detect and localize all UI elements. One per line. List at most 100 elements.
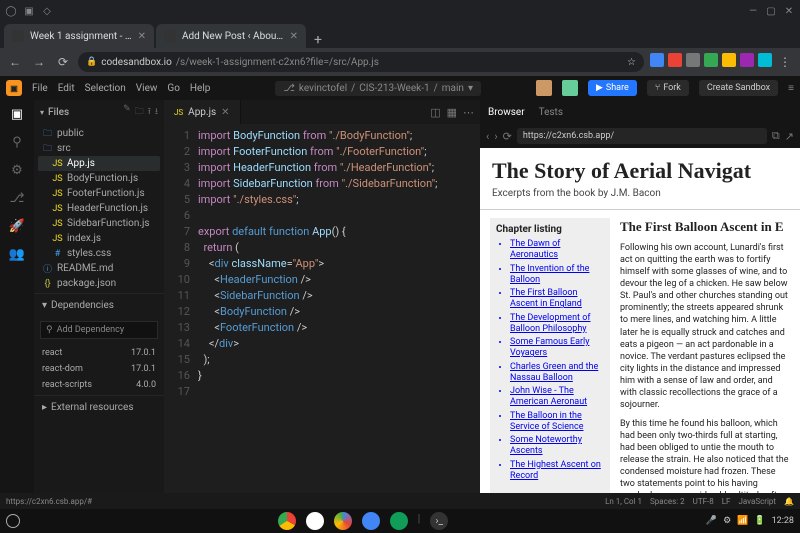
chrome-icon[interactable]	[278, 512, 296, 530]
file-item[interactable]: #styles.css	[38, 246, 160, 261]
tab-close-icon[interactable]: ✕	[138, 31, 146, 42]
mic-icon[interactable]: 🎤	[706, 516, 717, 526]
editor-tab[interactable]: JS App.js ✕	[164, 100, 241, 124]
browser-tab[interactable]: Week 1 assignment - CodeSand ✕	[4, 24, 154, 48]
menu-icon[interactable]: ≡	[788, 83, 794, 94]
status-eol[interactable]: LF	[722, 497, 731, 506]
file-item[interactable]: {}package.json	[38, 276, 160, 291]
omnibox[interactable]: 🔒 codesandbox.io/s/week-1-assignment-c2x…	[78, 52, 644, 72]
system-icon[interactable]: ▣	[22, 4, 36, 18]
toc-link[interactable]: Charles Green and the Nassau Balloon	[510, 362, 604, 385]
files-header[interactable]: ▾ Files ✎ 🗀 ⭱ ⭳	[34, 100, 164, 124]
toc-link[interactable]: Some Noteworthy Ascents	[510, 435, 604, 458]
file-item[interactable]: JSindex.js	[38, 231, 160, 246]
live-icon[interactable]: 👥	[9, 246, 25, 262]
browser-tab[interactable]: Add New Post ‹ About Chrome ✕	[156, 24, 306, 48]
reload-icon[interactable]: ⟳	[503, 130, 512, 143]
minimize-icon[interactable]: —	[746, 4, 760, 18]
new-tab-button[interactable]: +	[308, 32, 328, 48]
close-icon[interactable]: ✕	[782, 4, 796, 18]
explorer-icon[interactable]: ▣	[9, 106, 25, 122]
menu-go[interactable]: Go	[167, 83, 180, 94]
dependencies-header[interactable]: ▾ Dependencies	[34, 293, 164, 317]
reload-icon[interactable]: ⟳	[54, 53, 72, 71]
file-item[interactable]: JSFooterFunction.js	[38, 186, 160, 201]
status-spaces[interactable]: Spaces: 2	[650, 497, 685, 506]
new-file-icon[interactable]: ✎	[123, 104, 131, 120]
menu-help[interactable]: Help	[190, 83, 210, 94]
extension-icon[interactable]	[668, 53, 682, 67]
search-icon[interactable]: ⚲	[9, 134, 25, 150]
file-item[interactable]: JSApp.js	[38, 156, 160, 171]
star-icon[interactable]: ☆	[627, 57, 636, 68]
external-resources-header[interactable]: ▸ External resources	[34, 395, 164, 419]
toc-link[interactable]: Some Famous Early Voyagers	[510, 337, 604, 360]
more-icon[interactable]: ⋯	[463, 106, 474, 119]
files-icon[interactable]	[362, 512, 380, 530]
photos-icon[interactable]	[334, 512, 352, 530]
toc-link[interactable]: The Invention of the Balloon	[510, 264, 604, 287]
toc-link[interactable]: The Highest Ascent on Record	[510, 460, 604, 483]
maximize-icon[interactable]: ▢	[764, 4, 778, 18]
download-icon[interactable]: ⭳	[155, 104, 158, 120]
fork-button[interactable]: ⑂ Fork	[647, 80, 689, 96]
breadcrumb[interactable]: ⎇ kevinctofel / CIS-213-Week-1 / main ▾	[275, 81, 481, 96]
app-icon[interactable]	[390, 512, 408, 530]
layout-icon[interactable]: ▦	[447, 106, 457, 119]
status-encoding[interactable]: UTF-8	[693, 497, 714, 506]
upload-icon[interactable]: ⭱	[148, 104, 151, 120]
extension-icon[interactable]	[758, 53, 772, 67]
code-area[interactable]: 1234567891011121314151617 import BodyFun…	[164, 124, 480, 511]
notifications-icon[interactable]: 🔔	[784, 497, 794, 506]
settings-icon[interactable]: ⚙	[9, 162, 25, 178]
file-item[interactable]: JSBodyFunction.js	[38, 171, 160, 186]
popout-icon[interactable]: ↗	[785, 130, 794, 143]
file-item[interactable]: JSSidebarFunction.js	[38, 216, 160, 231]
extension-icon[interactable]	[740, 53, 754, 67]
close-icon[interactable]: ✕	[221, 107, 229, 118]
split-icon[interactable]: ◫	[430, 106, 440, 119]
status-language[interactable]: JavaScript	[738, 497, 776, 506]
share-button[interactable]: ▶ Share	[588, 80, 637, 96]
deploy-icon[interactable]: 🚀	[9, 218, 25, 234]
dependency-item[interactable]: react-scripts4.0.0	[38, 377, 160, 393]
extension-icon[interactable]	[722, 53, 736, 67]
toc-link[interactable]: The Dawn of Aeronautics	[510, 239, 604, 262]
menu-icon[interactable]: ⋮	[776, 53, 794, 71]
file-item[interactable]: 🗀src	[38, 141, 160, 156]
open-external-icon[interactable]: ⧉	[772, 129, 780, 143]
preview-url[interactable]: https://c2xn6.csb.app/	[517, 128, 767, 144]
launcher-icon[interactable]	[6, 514, 20, 528]
github-icon[interactable]: ⎇	[9, 190, 25, 206]
extension-icon[interactable]	[650, 53, 664, 67]
add-dependency-input[interactable]: ⚲ Add Dependency	[40, 321, 158, 339]
toc-link[interactable]: The First Balloon Ascent in England	[510, 288, 604, 311]
file-item[interactable]: ⓘREADME.md	[38, 261, 160, 276]
avatar[interactable]	[562, 80, 578, 96]
avatar[interactable]	[536, 80, 552, 96]
tab-close-icon[interactable]: ✕	[290, 31, 298, 42]
dependency-item[interactable]: react17.0.1	[38, 345, 160, 361]
terminal-icon[interactable]: ›_	[430, 512, 448, 530]
tab-browser[interactable]: Browser	[488, 107, 525, 118]
forward-icon[interactable]: ›	[494, 130, 497, 143]
back-icon[interactable]: ‹	[486, 130, 489, 143]
status-cursor[interactable]: Ln 1, Col 1	[605, 497, 642, 506]
file-item[interactable]: JSHeaderFunction.js	[38, 201, 160, 216]
preview-content[interactable]: The Story of Aerial Navigat Excerpts fro…	[480, 148, 800, 493]
back-icon[interactable]: ←	[6, 53, 24, 71]
toc-link[interactable]: The Development of Balloon Philosophy	[510, 313, 604, 336]
menu-view[interactable]: View	[136, 83, 158, 94]
create-sandbox-button[interactable]: Create Sandbox	[699, 80, 778, 96]
extension-icon[interactable]	[686, 53, 700, 67]
tab-tests[interactable]: Tests	[539, 107, 563, 118]
menu-file[interactable]: File	[32, 83, 48, 94]
menu-selection[interactable]: Selection	[85, 83, 126, 94]
system-icon[interactable]: ◇	[40, 4, 54, 18]
toc-link[interactable]: The Balloon in the Service of Science	[510, 411, 604, 434]
new-folder-icon[interactable]: 🗀	[135, 104, 144, 120]
dependency-item[interactable]: react-dom17.0.1	[38, 361, 160, 377]
file-item[interactable]: 🗀public	[38, 126, 160, 141]
codesandbox-logo-icon[interactable]: ▣	[6, 80, 22, 96]
toc-link[interactable]: John Wise - The American Aeronaut	[510, 386, 604, 409]
